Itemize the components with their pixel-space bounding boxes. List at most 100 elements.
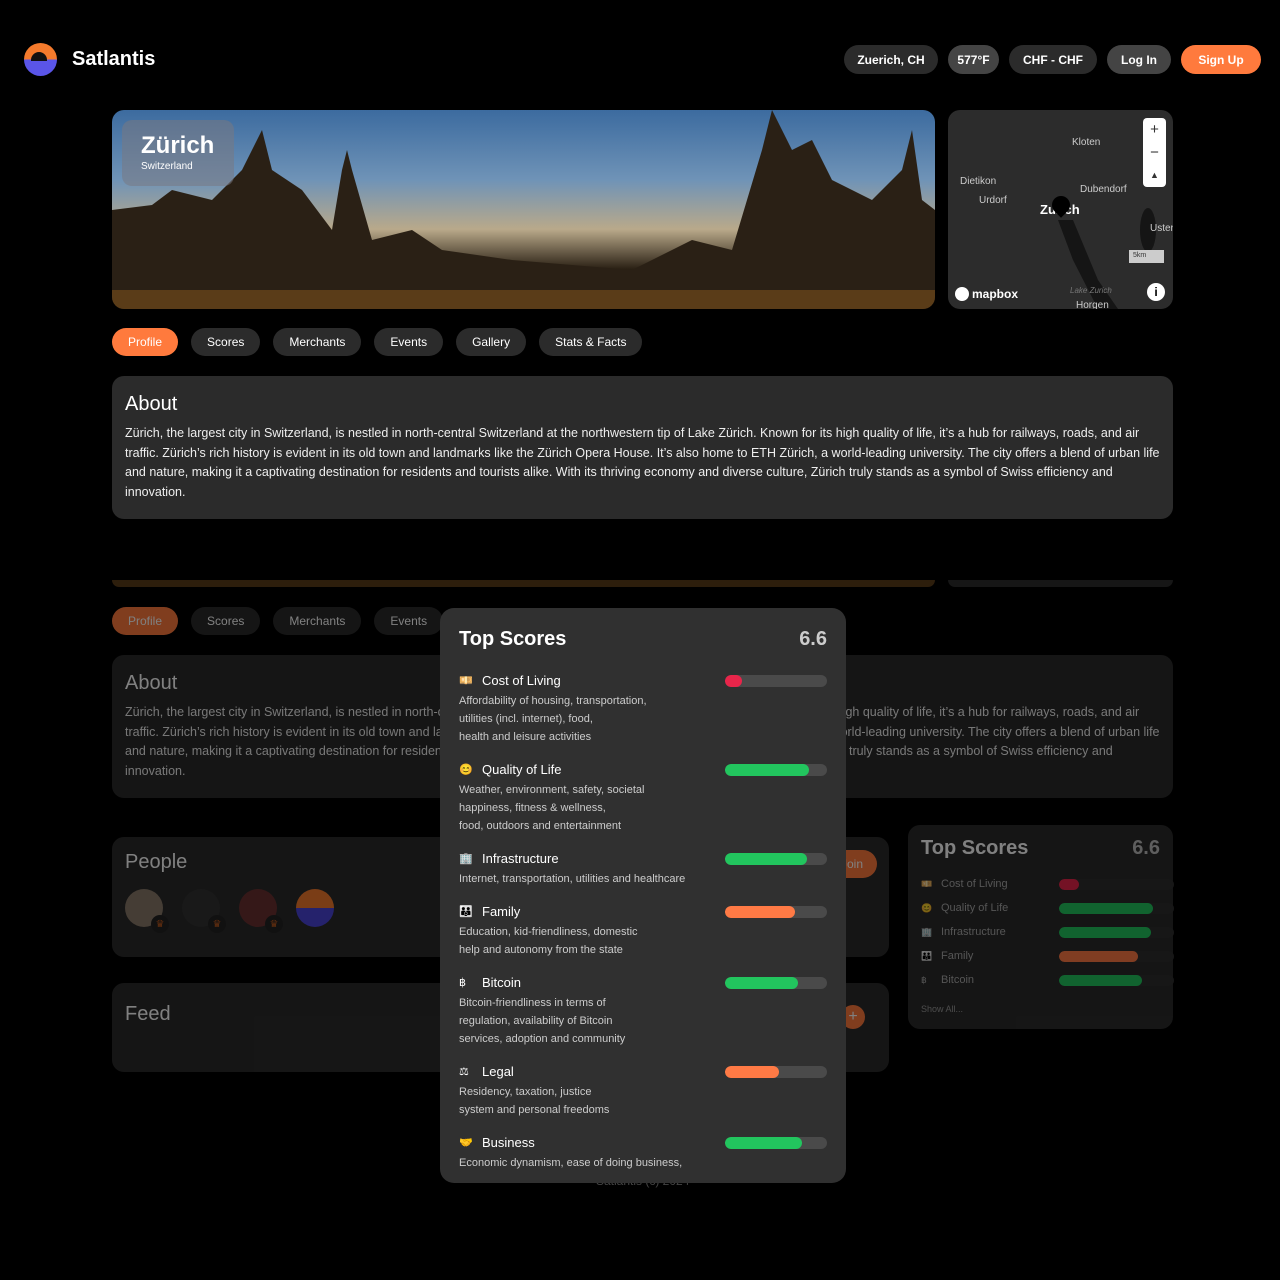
score-bar xyxy=(1059,902,1174,914)
zoom-out-button[interactable]: − xyxy=(1143,141,1166,164)
score-label: Cost of Living xyxy=(482,672,561,688)
about-card: About Zürich, the largest city in Switze… xyxy=(112,376,1173,519)
score-row[interactable]: 🤝 Business Economic dynamism, ease of doin… xyxy=(459,1133,827,1172)
score-bar-fill xyxy=(725,1066,780,1078)
country-name: Switzerland xyxy=(141,161,193,172)
tab-events[interactable]: Events xyxy=(374,607,444,635)
brand-name[interactable]: Satlantis xyxy=(72,48,155,71)
top-scores-modal: Top Scores 6.6 💴 Cost of Living Affordabili… xyxy=(440,608,846,1183)
crown-icon: ♛ xyxy=(151,915,169,933)
top-scores-value: 6.6 xyxy=(1132,837,1160,859)
score-icon: 😊 xyxy=(459,763,473,776)
score-row[interactable]: 💴 Cost of Living Affordability of housing,… xyxy=(459,671,827,746)
score-label: Cost of Living xyxy=(941,878,1008,890)
score-label: Bitcoin xyxy=(482,974,522,990)
crown-icon: ♛ xyxy=(208,915,226,933)
score-row[interactable]: 👪 Family Education, kid-friendliness, dome… xyxy=(459,902,827,959)
score-label: Quality of Life xyxy=(941,902,1009,914)
score-row[interactable]: 😊 Quality of Life Weather, environment, sa… xyxy=(459,760,827,835)
avatar[interactable]: ♛ xyxy=(125,889,169,933)
score-bar xyxy=(725,977,827,989)
score-bar xyxy=(725,906,827,918)
tab-stats-facts[interactable]: Stats & Facts xyxy=(539,328,643,356)
top-scores-title: Top Scores xyxy=(921,837,1029,859)
tab-gallery[interactable]: Gallery xyxy=(456,328,527,356)
score-icon: 🏢 xyxy=(459,852,473,865)
score-label: Family xyxy=(941,950,974,962)
score-icon: ฿ xyxy=(921,974,927,985)
score-row[interactable]: ⚖ Legal Residency, taxation, justice syste… xyxy=(459,1062,827,1119)
score-description: Residency, taxation, justice system and … xyxy=(459,1086,610,1116)
tab-bar: Profile Scores Merchants Events Gallery … xyxy=(112,328,643,356)
score-icon: 😊 xyxy=(921,902,933,913)
score-icon: 💴 xyxy=(921,878,933,889)
tab-scores[interactable]: Scores xyxy=(191,607,261,635)
mini-score-row[interactable]: 😊 Quality of Life xyxy=(921,896,1174,920)
modal-title: Top Scores xyxy=(459,628,567,650)
score-icon: 💴 xyxy=(459,674,473,687)
tab-events[interactable]: Events xyxy=(374,328,444,356)
map-scale: 5km xyxy=(1129,250,1164,263)
score-icon: ⚖ xyxy=(459,1065,469,1078)
score-label: Bitcoin xyxy=(941,974,975,986)
compass-icon[interactable]: ▲ xyxy=(1143,164,1166,187)
score-icon: 👪 xyxy=(921,950,933,961)
score-label: Infrastructure xyxy=(941,926,1006,938)
login-button[interactable]: Log In xyxy=(1107,45,1171,74)
location-button[interactable]: Zuerich, CH xyxy=(844,45,938,74)
score-description: Internet, transportation, utilities and … xyxy=(459,873,686,885)
avatar[interactable]: ♛ xyxy=(239,889,283,933)
tab-merchants[interactable]: Merchants xyxy=(273,328,362,356)
score-bar-fill xyxy=(1059,878,1079,890)
currency-button[interactable]: CHF - CHF xyxy=(1009,45,1097,74)
score-row[interactable]: ฿ Bitcoin Bitcoin-friendliness in terms of… xyxy=(459,973,827,1048)
score-bar-fill xyxy=(1059,926,1151,938)
score-bar-fill xyxy=(1059,902,1154,914)
crown-icon: ♛ xyxy=(265,915,283,933)
score-bar xyxy=(1059,974,1174,986)
score-bar-fill xyxy=(1059,950,1139,962)
mini-score-row[interactable]: 💴 Cost of Living xyxy=(921,872,1174,896)
score-bar-fill xyxy=(725,675,743,687)
map-label: Dietikon xyxy=(960,176,997,187)
score-description: Education, kid-friendliness, domestic he… xyxy=(459,926,638,956)
avatar[interactable] xyxy=(296,889,334,927)
mini-score-row[interactable]: 🏢 Infrastructure xyxy=(921,920,1174,944)
score-bar xyxy=(725,1137,827,1149)
mini-score-row[interactable]: 👪 Family xyxy=(921,944,1174,968)
tab-bar: Profile Scores Merchants Events xyxy=(112,607,444,635)
zoom-in-button[interactable]: + xyxy=(1143,118,1166,141)
temperature-button[interactable]: 577°F xyxy=(948,45,999,74)
about-text: Zürich, the largest city in Switzerland,… xyxy=(125,426,1160,499)
map[interactable]: Kloten Dietikon Urdorf Dubendorf Zurich … xyxy=(948,110,1173,309)
score-bar-fill xyxy=(725,906,796,918)
mini-score-row[interactable]: ฿ Bitcoin xyxy=(921,968,1174,992)
map-label: Kloten xyxy=(1072,137,1101,148)
signup-button[interactable]: Sign Up xyxy=(1181,45,1261,74)
city-title-box: Zürich Switzerland xyxy=(122,120,234,186)
hero-image-edge xyxy=(112,580,935,587)
score-label: Infrastructure xyxy=(482,850,559,866)
tab-scores[interactable]: Scores xyxy=(191,328,261,356)
map-label: Uster xyxy=(1150,223,1173,234)
tab-profile[interactable]: Profile xyxy=(112,607,179,635)
score-icon: 🤝 xyxy=(459,1136,473,1149)
mapbox-label: mapbox xyxy=(972,287,1019,301)
city-hero-image: Zürich Switzerland xyxy=(112,110,935,309)
map-label: Horgen xyxy=(1076,300,1109,309)
score-bar xyxy=(1059,950,1174,962)
score-description: Weather, environment, safety, societal h… xyxy=(459,784,645,832)
score-icon: ฿ xyxy=(459,976,466,989)
tab-profile[interactable]: Profile xyxy=(112,328,179,356)
avatar[interactable]: ♛ xyxy=(182,889,226,933)
mapbox-attribution[interactable]: mapbox xyxy=(955,287,1018,301)
info-icon[interactable]: i xyxy=(1147,283,1165,301)
city-name: Zürich xyxy=(141,132,215,159)
tab-merchants[interactable]: Merchants xyxy=(273,607,362,635)
score-row[interactable]: 🏢 Infrastructure Internet, transportation,… xyxy=(459,849,827,888)
satlantis-logo[interactable] xyxy=(24,43,57,76)
city-skyline xyxy=(112,110,935,309)
map-edge xyxy=(948,580,1173,587)
show-all-link[interactable]: Show All... xyxy=(921,1004,1160,1014)
score-bar xyxy=(725,675,827,687)
